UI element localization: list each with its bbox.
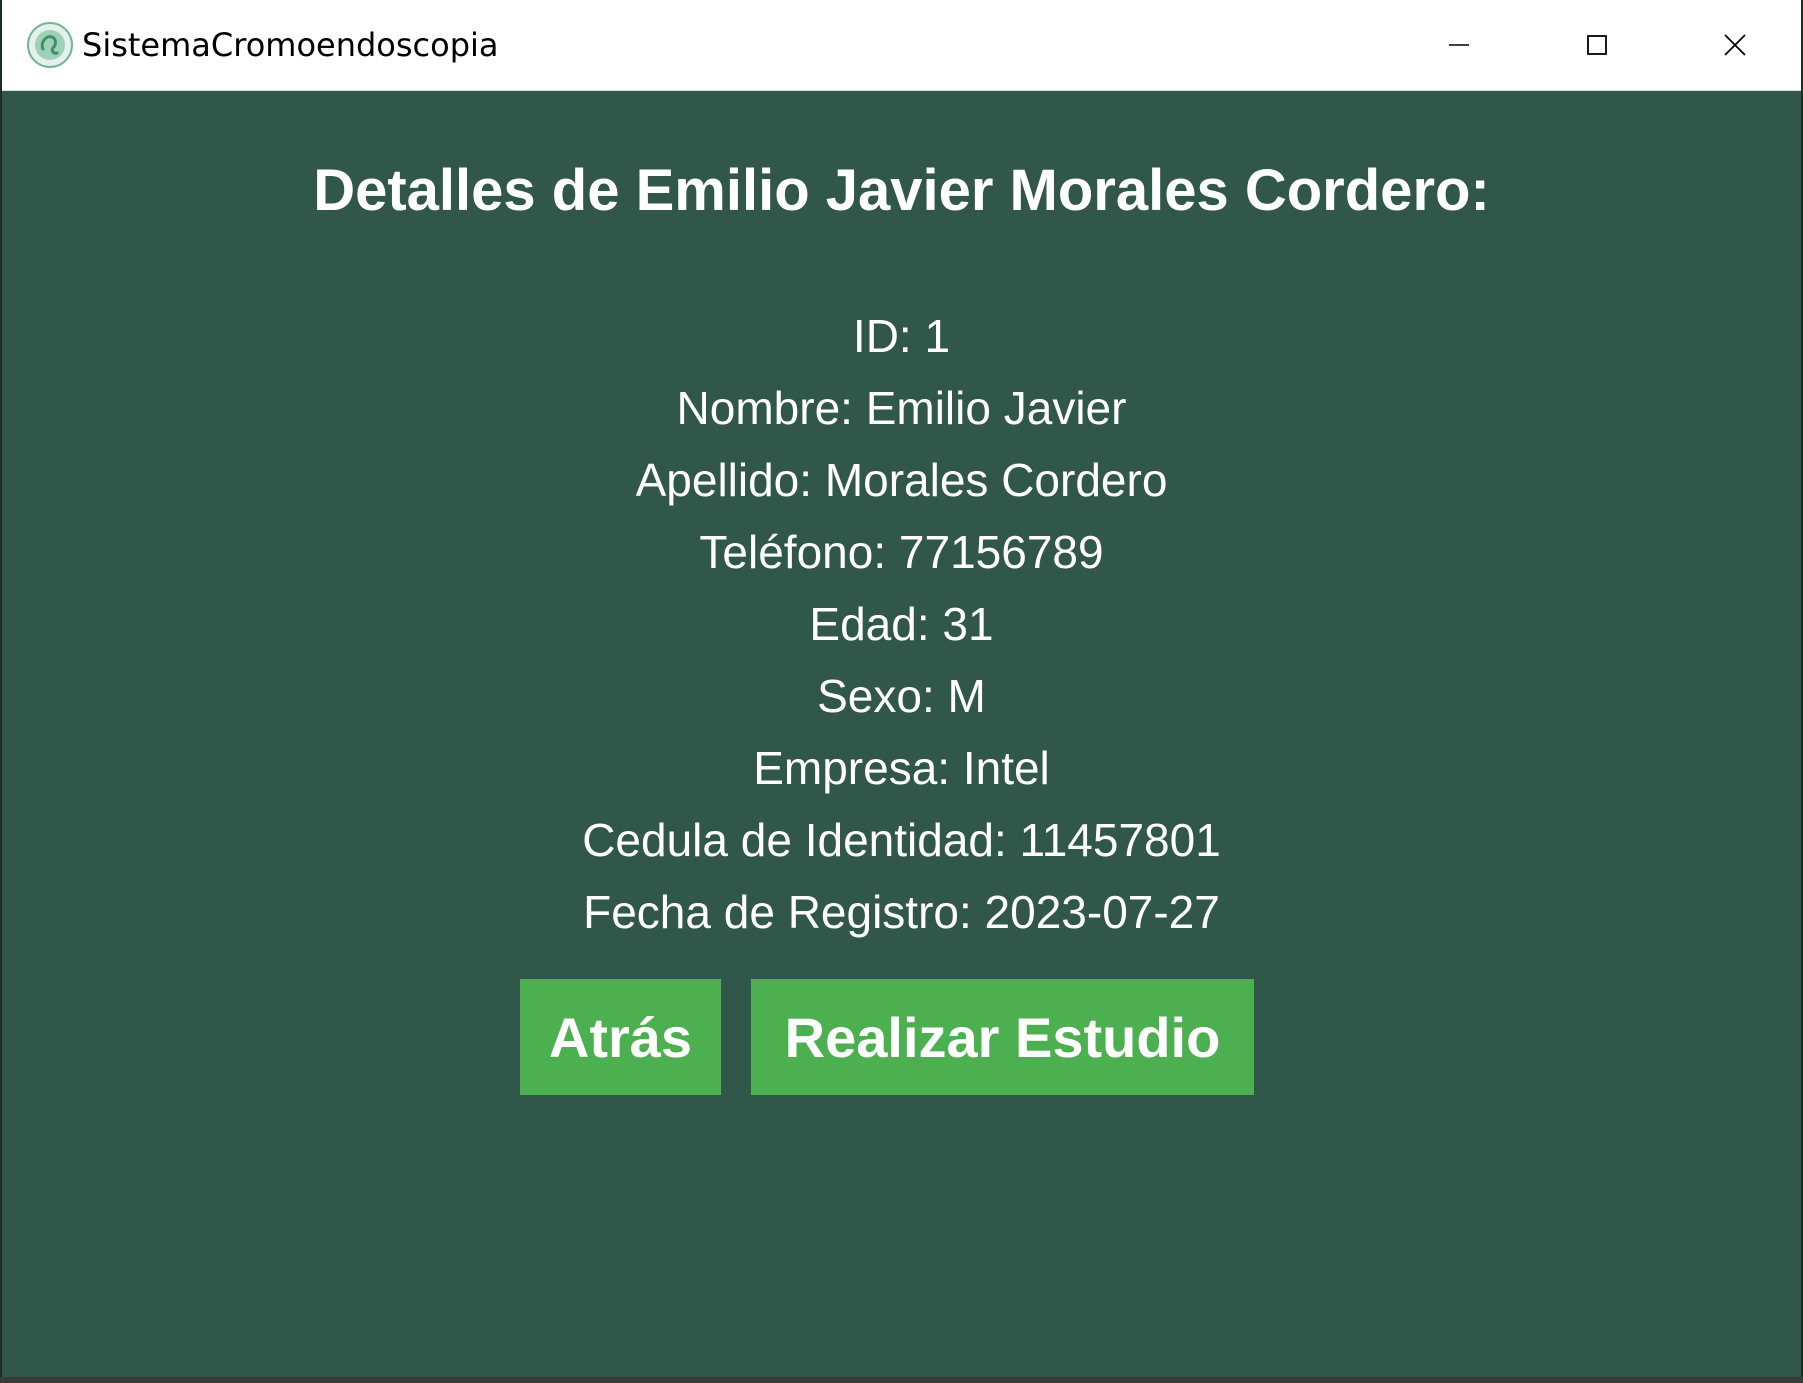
- detail-sexo: Sexo: M: [817, 670, 986, 722]
- detail-nombre: Nombre: Emilio Javier: [676, 382, 1127, 434]
- maximize-icon: [1586, 34, 1608, 56]
- close-button[interactable]: [1666, 0, 1803, 90]
- title-bar: SistemaCromoendoscopia: [2, 0, 1801, 91]
- minimize-button[interactable]: [1390, 0, 1528, 90]
- detail-id: ID: 1: [852, 310, 951, 362]
- detail-fecha-registro: Fecha de Registro: 2023-07-27: [583, 886, 1220, 938]
- patient-details-panel: Detalles de Emilio Javier Morales Corder…: [2, 90, 1801, 1383]
- maximize-button[interactable]: [1528, 0, 1666, 90]
- desktop-edge: [0, 1377, 1803, 1383]
- page-title: Detalles de Emilio Javier Morales Corder…: [313, 158, 1490, 223]
- back-button[interactable]: Atrás: [520, 979, 721, 1095]
- window-title: SistemaCromoendoscopia: [82, 26, 499, 64]
- close-icon: [1723, 33, 1747, 57]
- start-study-button[interactable]: Realizar Estudio: [751, 979, 1254, 1095]
- detail-edad: Edad: 31: [809, 598, 994, 650]
- minimize-icon: [1448, 34, 1470, 56]
- detail-empresa: Empresa: Intel: [753, 742, 1050, 794]
- action-buttons: Atrás Realizar Estudio: [520, 979, 1254, 1095]
- detail-apellido: Apellido: Morales Cordero: [635, 454, 1168, 506]
- app-window: SistemaCromoendoscopia Detalles de Emili…: [0, 0, 1803, 1383]
- app-logo-icon: [26, 21, 74, 69]
- patient-details-list: ID: 1 Nombre: Emilio Javier Apellido: Mo…: [2, 300, 1801, 948]
- detail-telefono: Teléfono: 77156789: [699, 526, 1104, 578]
- detail-cedula: Cedula de Identidad: 11457801: [582, 814, 1221, 866]
